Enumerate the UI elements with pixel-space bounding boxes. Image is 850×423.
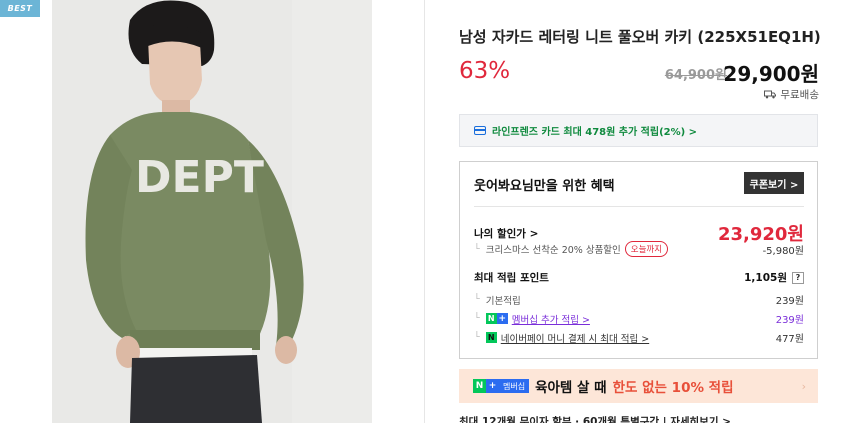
promo-text: 육아템 살 때: [535, 380, 607, 396]
today-only-badge: 오늘까지: [624, 241, 669, 257]
credit-card-icon: [474, 126, 486, 135]
tree-branch-icon: └: [474, 332, 480, 343]
coupon-button[interactable]: 쿠폰보기 >: [744, 172, 804, 194]
product-title: 남성 자카드 레터링 니트 풀오버 카키 (225X51EQ1H): [459, 28, 821, 46]
shipping-info: 무료배송: [764, 87, 819, 102]
naver-membership-tag: N + 멤버십: [473, 379, 530, 393]
help-icon[interactable]: ?: [792, 271, 804, 284]
truck-icon: [764, 90, 777, 99]
max-point-row: 최대 적립 포인트 1,105원?: [474, 270, 804, 285]
benefit-title: 웃어봐요님만을 위한 혜택: [474, 179, 615, 194]
christmas-discount-amount: -5,980원: [762, 245, 804, 257]
member-benefit-box: 웃어봐요님만을 위한 혜택 쿠폰보기 > 나의 할인가 > 23,920원 └ 크…: [459, 161, 818, 359]
christmas-discount-label: 크리스마스 선착순 20% 상품할인: [485, 245, 621, 256]
chevron-right-icon: ›: [801, 379, 806, 393]
naver-plus-membership-icon: N +: [485, 313, 508, 324]
benefit-divider: [474, 206, 804, 207]
vertical-divider: [424, 0, 425, 423]
installment-info: 최대 12개월 무이자 할부 · 60개월 특별구간 | 자세히보기 >: [459, 416, 731, 423]
christmas-discount-row: └ 크리스마스 선착순 20% 상품할인 오늘까지 -5,980원: [474, 241, 804, 257]
membership-point-value: 239원: [775, 315, 804, 326]
sale-price: 29,900원: [723, 62, 819, 86]
best-badge: BEST: [0, 0, 40, 17]
discount-rate: 63%: [459, 58, 511, 84]
tree-branch-icon: └: [474, 313, 480, 324]
original-price: 64,900원: [664, 68, 727, 83]
my-price-link[interactable]: 나의 할인가 >: [474, 226, 538, 241]
npay-point-value: 477원: [775, 334, 804, 345]
card-benefit-banner[interactable]: 라인프렌즈 카드 최대 478원 추가 적립(2%) >: [459, 114, 818, 147]
max-point-value: 1,105원: [744, 272, 787, 284]
max-point-label: 최대 적립 포인트: [474, 272, 549, 284]
promo-highlight: 한도 없는 10% 적립: [612, 380, 734, 396]
sweater-lettering: DEPT: [135, 152, 264, 203]
basic-point-value: 239원: [775, 296, 804, 307]
product-image[interactable]: DEPT: [52, 0, 372, 423]
tree-branch-icon: └: [474, 294, 480, 305]
basic-point-label: 기본적립: [485, 295, 521, 307]
card-benefit-text: 라인프렌즈 카드 최대 478원 추가 적립(2%) >: [492, 127, 698, 138]
promo-banner[interactable]: N + 멤버십 육아템 살 때 한도 없는 10% 적립 ›: [459, 369, 818, 403]
npay-point-link[interactable]: 네이버페이 머니 결제 시 최대 적립 >: [501, 331, 649, 345]
shipping-label: 무료배송: [780, 89, 819, 101]
tree-branch-icon: └: [474, 243, 480, 255]
membership-point-row: └ N + 멤버십 추가 적립 > 239원: [474, 311, 804, 326]
basic-point-row: └ 기본적립 239원: [474, 292, 804, 307]
model-illustration: DEPT: [52, 0, 372, 423]
membership-point-link[interactable]: 멤버십 추가 적립 >: [512, 312, 590, 326]
npay-point-row: └ N 네이버페이 머니 결제 시 최대 적립 > 477원: [474, 330, 804, 345]
naver-pay-icon: N: [485, 332, 497, 343]
